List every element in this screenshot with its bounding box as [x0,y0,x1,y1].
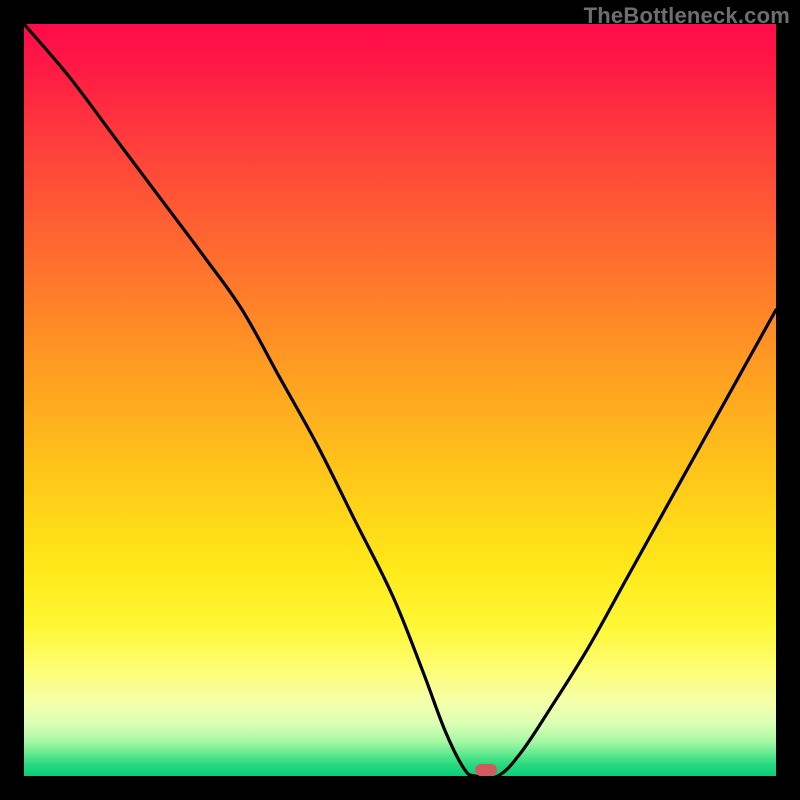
bottleneck-minimum-marker [475,764,497,776]
chart-frame: TheBottleneck.com [0,0,800,800]
watermark-label: TheBottleneck.com [584,3,790,29]
bottleneck-curve [24,24,776,776]
plot-area [24,24,776,776]
